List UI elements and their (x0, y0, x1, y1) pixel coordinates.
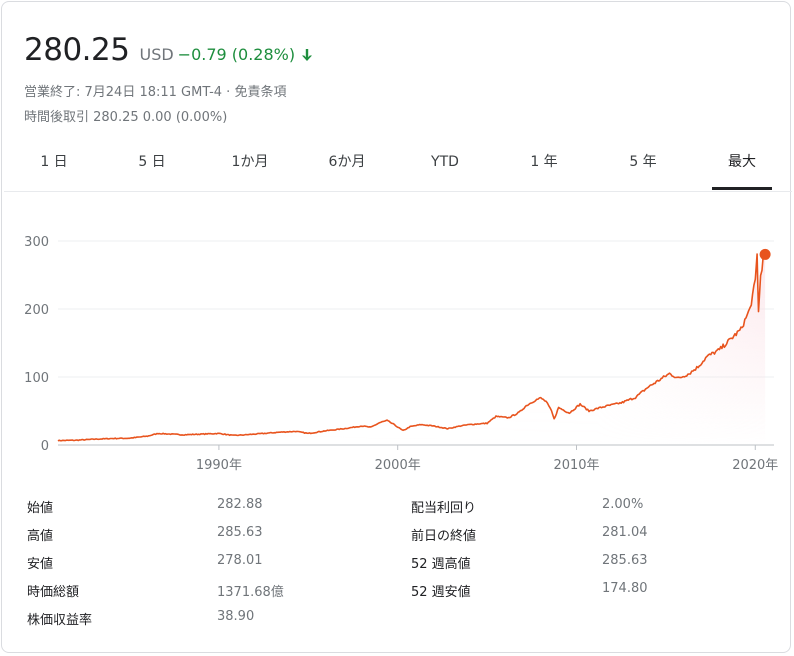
currency-label: USD (139, 45, 174, 64)
tab-6m[interactable]: 6か月 (318, 147, 376, 190)
y-tick-label: 300 (24, 235, 49, 250)
stat-value: 38.90 (217, 609, 255, 624)
stat-label: 配当利回り (411, 501, 477, 516)
stat-value: 281.04 (602, 525, 648, 540)
stat-value: 2.00% (602, 497, 644, 512)
close-info: 営業終了: 7月24日 18:11 GMT-4 · 免責条項 (24, 85, 287, 100)
stat-label: 高値 (27, 529, 54, 544)
tab-max[interactable]: 最大 (712, 147, 772, 190)
y-tick-label: 200 (24, 303, 49, 318)
stat-value: 278.01 (217, 553, 263, 568)
price-change: −0.79 (0.28%) (177, 45, 296, 64)
arrow-down-icon (301, 47, 313, 61)
y-tick-label: 0 (41, 439, 49, 454)
stock-quote-card: 280.25 USD −0.79 (0.28%) 営業終了: 7月24日 18:… (1, 1, 794, 653)
range-tabs: 1 日 5 日 1か月 6か月 YTD 1 年 5 年 最大 (4, 147, 792, 192)
price-chart-svg[interactable]: 0 100 200 300 1990年 2000年 2010年 2020年 (2, 222, 794, 482)
current-price-marker (759, 248, 771, 260)
price-area (58, 254, 766, 445)
after-hours-info: 時間後取引 280.25 0.00 (0.00%) (24, 110, 228, 125)
y-tick-label: 100 (24, 371, 49, 386)
x-tick-label: 2020年 (732, 458, 778, 473)
x-tick-label: 2010年 (553, 458, 599, 473)
tab-5d[interactable]: 5 日 (130, 147, 174, 190)
stat-label: 時価総額 (27, 585, 80, 600)
stat-value: 282.88 (217, 497, 263, 512)
stat-value: 1371.68億 (217, 585, 284, 600)
price-chart[interactable]: 0 100 200 300 1990年 2000年 2010年 2020年 (2, 222, 794, 482)
stat-label: 始値 (27, 501, 54, 516)
current-price: 280.25 (24, 32, 130, 68)
stat-label: 安値 (27, 557, 54, 572)
tab-1y[interactable]: 1 年 (522, 147, 566, 190)
stat-value: 174.80 (602, 581, 648, 596)
x-tick-label: 2000年 (375, 458, 421, 473)
tab-ytd[interactable]: YTD (422, 147, 468, 190)
tab-1d[interactable]: 1 日 (32, 147, 76, 190)
stat-label: 52 週安値 (411, 585, 471, 600)
stat-value: 285.63 (217, 525, 263, 540)
price-row: 280.25 USD −0.79 (0.28%) (24, 32, 313, 76)
tab-1m[interactable]: 1か月 (222, 147, 278, 190)
stat-label: 株価収益率 (27, 613, 93, 628)
tab-5y[interactable]: 5 年 (620, 147, 666, 190)
x-tick-label: 1990年 (196, 458, 242, 473)
stat-value: 285.63 (602, 553, 648, 568)
stat-label: 前日の終値 (411, 529, 477, 544)
stat-label: 52 週高値 (411, 557, 471, 572)
